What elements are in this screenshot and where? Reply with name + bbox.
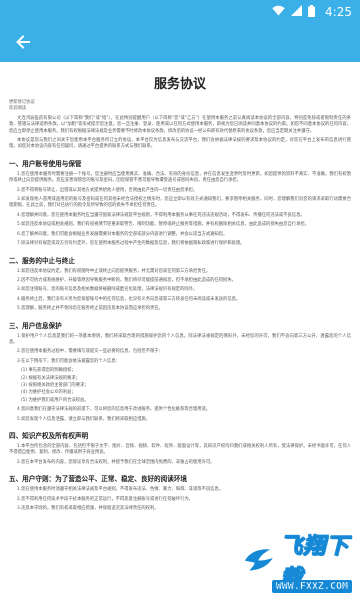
section-paragraph: 1.您在使用本服务时须遵守相关法律法规及平台规则，不得发布违法、色情、暴力、侮辱…	[17, 487, 224, 493]
app-bar	[0, 24, 360, 62]
section-paragraph: 2.因不可抗力或系统维护、升级等原因导致服务中断的，我们将尽可能提前通知您，但不…	[17, 277, 236, 283]
section-heading: 三、用户信息保护	[9, 321, 62, 330]
section-list-item: (2) 根据有关法律法规的要求；	[21, 375, 81, 381]
watermark-row: 飞翔下载	[242, 534, 360, 592]
clock-time: 4:25	[325, 5, 352, 19]
intro-paragraph: 本协议是您与我们之间关于您使用本平台服务所订立的协议。本平台仅为信息发布与交流平…	[9, 138, 351, 150]
battery-icon	[308, 4, 316, 20]
section-heading: 四、知识产权及所有权声明	[9, 432, 89, 440]
section-paragraph: 2.您在本平台发布的内容，您保证享有合法权利，并授予我们在全球范围内免费的、非独…	[17, 459, 215, 465]
agreement-section: 一、用户账号使用与保管 1.您在使用本服务时需要注册一个账号。您注册时应当使用真实…	[9, 158, 351, 248]
section-paragraph: 1.如您违反本协议约定，我们有权随时中止或终止向您提供服务，并无需对您或任何第三…	[17, 268, 211, 274]
section-paragraph: 7.除法律另有规定或双方另有约定外，您在使用本服务过程中产生的数据及信息，我们将…	[17, 241, 245, 247]
section-paragraph: 4.服务终止后，我们没有义务为您保留账号中的任何信息，也没有义务向您或第三方转发…	[17, 296, 241, 302]
section-heading: 五、用户守则：为了营造公平、正常、稳定、良好的阅读环境	[9, 475, 188, 484]
doc-intro: 大连鸿辰医药有限公司（以下简称"我们"或"指"），在此特别提醒用户（以下简称"您…	[9, 116, 351, 151]
signal-icon	[291, 5, 303, 19]
agreement-content[interactable]: 服务协议 更新修订协议 欢迎阅读 大连鸿辰医药有限公司（以下简称"我们"或"指"）…	[0, 62, 360, 600]
status-bar: 4:25	[0, 0, 360, 24]
agreement-section: 四、知识产权及所有权声明 1.本平台所包含的全部内容，包括但不限于文字、图片、音频…	[9, 430, 351, 466]
section-paragraph: 2.您不得将账号转让、出借或以其他方式提供给他人使用，否则由此产生的一切责任由您…	[17, 187, 198, 193]
section-list-item: (3) 按照相关政府主管部门的要求；	[21, 382, 89, 388]
section-paragraph: 6.您了解并同意，我们可能会根据业务发展需要对本服务的全部或部分内容进行调整，并…	[17, 231, 228, 237]
meta-line: 欢迎阅读	[9, 106, 27, 112]
intro-paragraph: 大连鸿辰医药有限公司（以下简称"我们"或"指"），在此特别提醒用户（以下简称"您…	[9, 115, 351, 134]
agreement-section: 五、用户守则：为了营造公平、正常、稳定、良好的阅读环境 1.您在使用本服务时须遵守…	[9, 473, 351, 512]
status-icons: 4:25	[272, 4, 352, 20]
section-paragraph: 3.如您注销账号，您的账号信息及相关数据将被删除或匿名化处理，法律法规另有规定的…	[17, 287, 198, 293]
doc-sections: 一、用户账号使用与保管 1.您在使用本服务时需要注册一个账号。您注册时应当使用真实…	[9, 158, 351, 513]
doc-meta: 更新修订协议 欢迎阅读	[9, 100, 351, 113]
watermark-url: WWW.FXXZ.COM	[271, 580, 352, 593]
agreement-section: 三、用户信息保护 1.保护用户个人信息是我们的一项基本原则，我们将采取合理的措施保…	[9, 320, 351, 423]
section-paragraph: 4.您同意我们在遵守法律法规的前提下，可以将您的信息用于改进服务、提供个性化推荐…	[17, 407, 211, 413]
section-heading: 二、服务的中止与终止	[9, 256, 75, 265]
section-paragraph: 5.如您违反本协议或相关规则，我们有权视情节轻重采取警告、限制功能、暂停或终止服…	[17, 222, 309, 228]
section-paragraph: 1.保护用户个人信息是我们的一项基本原则，我们将采取合理的措施保护您的个人信息。…	[9, 333, 351, 345]
section-list-item: (1) 事先获得您的明确授权；	[21, 368, 76, 374]
back-button[interactable]	[8, 28, 38, 58]
section-list-item: (5) 为维护我们或用户的合法权益。	[21, 397, 89, 403]
section-list-item: (4) 为维护社会公众的利益；	[21, 390, 76, 396]
agreement-section: 二、服务的中止与终止 1.如您违反本协议约定，我们有权随时中止或终止向您提供服务，…	[9, 255, 351, 313]
section-paragraph: 5.您理解，服务终止并不免除您在服务终止前因违反本协议而应承担的责任。	[17, 306, 163, 312]
section-paragraph: 3.在以下情形下，我们可能会依法披露您的个人信息：	[17, 358, 120, 364]
section-paragraph: 1.本平台所包含的全部内容，包括但不限于文字、图片、音频、视频、软件、程序、版面…	[9, 444, 351, 456]
section-paragraph: 2.您在使用本服务过程中，需要填写或提交一些必要的信息，包括但不限于：	[17, 349, 163, 355]
section-paragraph: 5.如您发现个人信息泄露，请立即与我们联系，我们将采取相应措施。	[17, 416, 151, 422]
fly-logo-icon	[242, 544, 276, 576]
section-paragraph: 2.您不得利用任何技术手段干扰本服务的正常运行，不得恶意注册账号或进行任何破坏行…	[17, 496, 193, 502]
wifi-icon	[272, 5, 285, 19]
arrow-back-icon	[16, 34, 30, 53]
section-heading: 一、用户账号使用与保管	[9, 159, 82, 168]
section-paragraph: 3.如发现他人冒用或盗用您的账号及密码或任何其他未经合法授权之情形时，您应立即以…	[9, 197, 351, 209]
section-paragraph: 1.您在使用本服务时需要注册一个账号。您注册时应当使用真实、准确、合法、有效的身…	[9, 171, 351, 184]
section-paragraph: 3.违反本守则的，我们有权采取相应措施，并保留追究其法律责任的权利。	[17, 506, 159, 512]
section-paragraph: 4.您理解并同意，您在使用本服务时应当遵守国家法律法规及平台规则，不得利用本服务…	[17, 212, 305, 218]
page-title: 服务协议	[153, 77, 206, 92]
watermark: 飞翔下载 WWW.FXXZ.COM	[242, 534, 360, 600]
